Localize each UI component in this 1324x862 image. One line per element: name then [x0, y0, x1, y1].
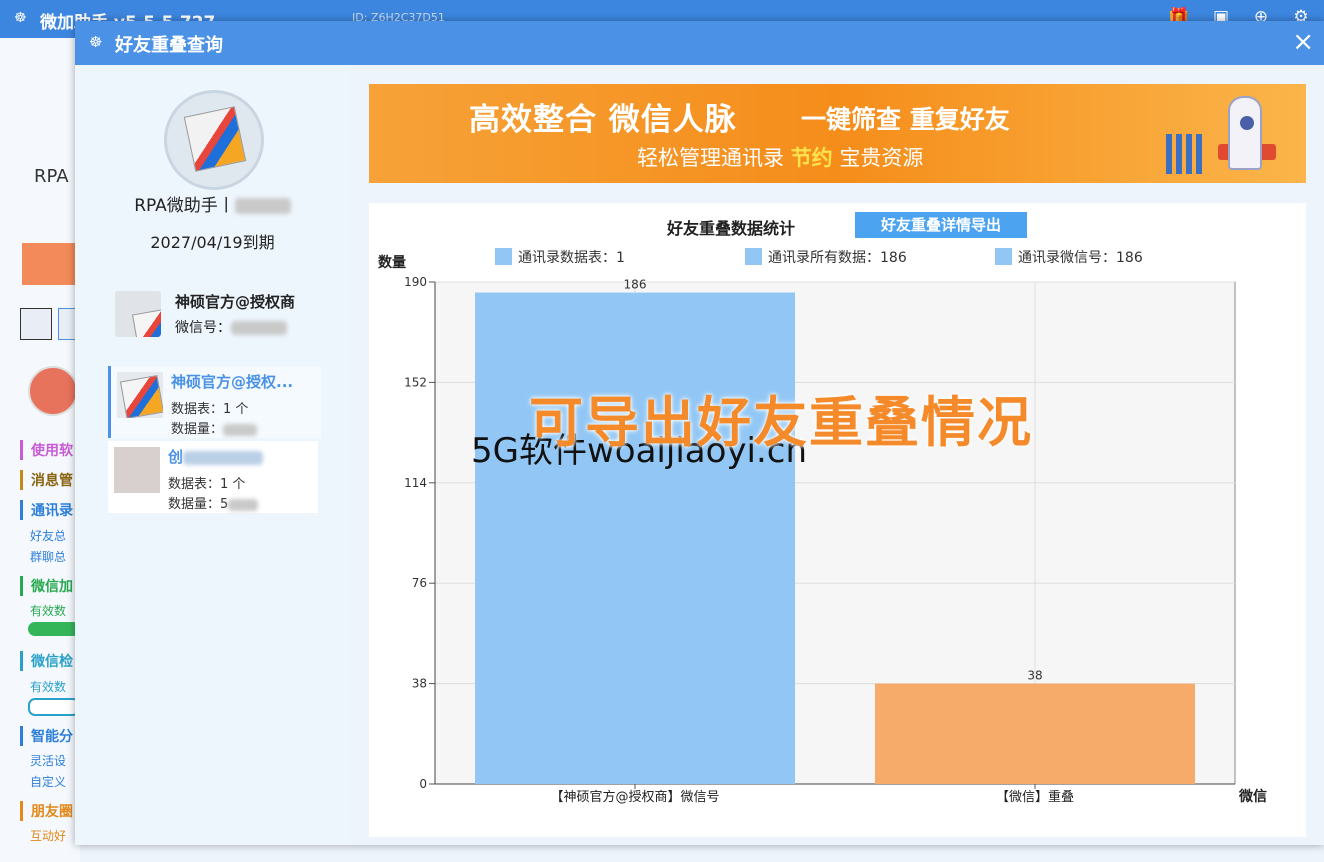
bg-menu-label: 朋友圈	[31, 804, 73, 820]
app-logo-icon: ☸	[14, 10, 27, 26]
legend-item[interactable]: 通讯录微信号：186	[995, 247, 1143, 267]
data-label: 186	[624, 278, 647, 292]
account-name-text: RPA微助手丨	[134, 196, 235, 216]
blurred-text	[223, 423, 258, 436]
overlap-bar-chart: 0 38 76 114 152 190 186 【神硕官方@授权商】微信号 38 【微信】重叠	[404, 275, 1236, 805]
data-source-item[interactable]: 神硕官方@授权... 数据表：1 个 数据量：	[108, 366, 321, 438]
legend-item[interactable]: 通讯录数据表：1	[495, 247, 625, 267]
bar	[875, 683, 1195, 784]
bg-progress	[28, 698, 80, 716]
legend-swatch	[495, 248, 512, 265]
promo-text: 轻松管理通讯录	[637, 146, 784, 170]
y-tick-label: 38	[412, 677, 427, 691]
item-avatar	[114, 447, 160, 493]
stats-panel: 0 38 76 114 152 190 186 【神硕官方@授权商】微信号 38 【微信】重叠 好…	[369, 203, 1306, 837]
x-tick-label: 【微信】重叠	[996, 789, 1074, 805]
legend-swatch	[995, 248, 1012, 265]
y-tick-label: 76	[412, 576, 427, 590]
auth-avatar	[115, 291, 161, 337]
content-area: 高效整合 微信人脉 一键筛查 重复好友 轻松管理通讯录 节约 宝贵资源 0 38 7…	[350, 65, 1324, 845]
cube-logo-icon	[131, 307, 161, 337]
item-table-count: 数据表：1 个	[171, 402, 249, 417]
promo-line1: 高效整合 微信人脉	[469, 102, 737, 138]
account-expiry: 2027/04/19到期	[150, 233, 275, 252]
bar-chart-deco-icon	[1166, 134, 1206, 174]
item-name: 创	[168, 446, 264, 467]
legend-label: 通讯录数据表：1	[518, 250, 625, 266]
rocket-window-icon	[1240, 116, 1254, 130]
bg-avatar	[28, 366, 78, 416]
y-tick-label: 0	[419, 777, 427, 791]
item-name-text: 创	[168, 448, 184, 466]
dialog-titlebar: ☸ 好友重叠查询 ×	[75, 21, 1324, 65]
dialog-logo-icon: ☸	[89, 33, 103, 51]
legend-label: 通讯录所有数据：186	[768, 250, 907, 266]
account-avatar	[164, 90, 264, 190]
blurred-text	[228, 498, 259, 511]
item-data-count: 数据量：	[171, 418, 258, 437]
blurred-text	[234, 198, 291, 214]
blurred-text	[231, 321, 287, 335]
item-table-count: 数据表：1 个	[168, 477, 246, 492]
promo-text: 宝贵资源	[839, 146, 924, 170]
bg-progress	[28, 622, 80, 636]
promo-banner[interactable]: 高效整合 微信人脉 一键筛查 重复好友 轻松管理通讯录 节约 宝贵资源	[369, 84, 1306, 183]
promo-highlight: 节约	[790, 146, 833, 170]
bg-menu-label: 智能分	[31, 729, 73, 745]
cube-logo-icon	[119, 374, 163, 418]
y-tick-label: 152	[404, 375, 427, 389]
auth-name: 神硕官方@授权商	[175, 293, 296, 311]
account-name: RPA微助手丨	[75, 191, 350, 216]
bg-thumb[interactable]	[20, 308, 52, 340]
bg-submenu: 自定义	[30, 775, 67, 789]
bg-submenu: 有效数	[30, 680, 67, 694]
auth-wechat-id: 微信号：	[175, 317, 287, 337]
bg-submenu: 群聊总	[30, 550, 67, 564]
x-axis-label: 微信	[1239, 789, 1267, 805]
promo-line2: 轻松管理通讯录 节约 宝贵资源	[637, 142, 923, 172]
y-tick-label: 114	[404, 476, 427, 490]
item-count-text: 数据量：5	[168, 497, 229, 512]
legend-label: 通讯录微信号：186	[1018, 250, 1143, 266]
bg-submenu: 好友总	[30, 529, 67, 543]
bg-submenu: 互动好	[30, 829, 67, 843]
item-name: 神硕官方@授权...	[171, 373, 294, 391]
legend-item[interactable]: 通讯录所有数据：186	[745, 247, 907, 267]
rocket-icon	[1228, 96, 1262, 170]
bg-menu-label: 微信加	[31, 579, 73, 595]
stats-title: 好友重叠数据统计	[667, 219, 796, 238]
legend-swatch	[745, 248, 762, 265]
account-sidebar: RPA微助手丨 2027/04/19到期 神硕官方@授权商 微信号： 神硕官方@…	[75, 65, 350, 845]
bg-menu-label: 通讯录	[31, 503, 73, 519]
bg-banner	[22, 243, 82, 285]
x-tick-label: 【神硕官方@授权商】微信号	[550, 789, 719, 805]
auth-wechat-label: 微信号：	[175, 320, 231, 336]
y-axis-label: 数量	[378, 255, 406, 271]
bg-menu-label: 消息管	[31, 473, 73, 489]
cube-logo-icon	[183, 106, 247, 172]
export-details-button[interactable]: 好友重叠详情导出	[855, 212, 1027, 238]
item-count-text: 数据量：	[171, 422, 224, 437]
overlap-query-dialog: ☸ 好友重叠查询 × RPA微助手丨 2027/04/19到期 神硕官方@授权商…	[75, 21, 1324, 845]
data-label: 38	[1027, 669, 1042, 683]
bg-submenu: 灵活设	[30, 754, 67, 768]
watermark-caption: 可导出好友重叠情况	[529, 391, 1033, 454]
close-icon[interactable]: ×	[1292, 27, 1314, 57]
data-source-item[interactable]: 创 数据表：1 个 数据量：5	[108, 441, 318, 513]
y-tick-label: 190	[404, 275, 427, 289]
item-avatar	[117, 372, 163, 418]
bg-menu-label: 微信检	[31, 654, 73, 670]
item-data-count: 数据量：5	[168, 493, 259, 512]
bg-submenu: 有效数	[30, 604, 67, 618]
bg-menu-label: 使用软	[31, 443, 73, 459]
promo-line1b: 一键筛查 重复好友	[801, 105, 1010, 134]
bg-rpa-label: RPA	[34, 166, 69, 187]
dialog-title: 好友重叠查询	[115, 35, 223, 56]
bar	[475, 292, 795, 784]
blurred-text	[183, 450, 264, 465]
